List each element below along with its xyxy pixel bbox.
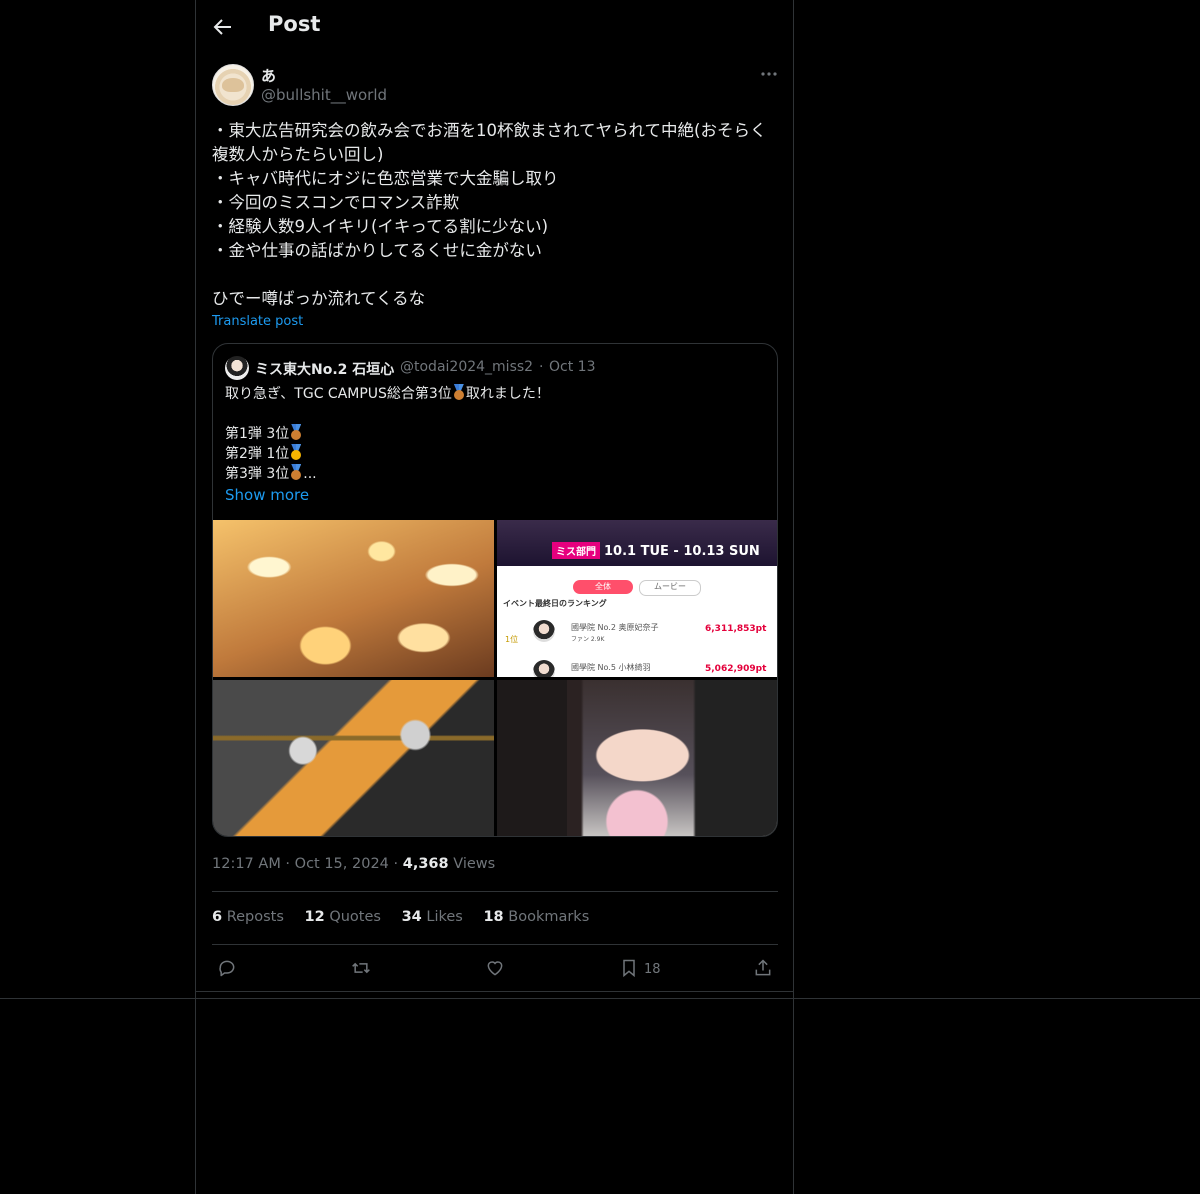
bookmarks-stat[interactable]: 18 Bookmarks xyxy=(483,909,589,925)
views-label: Views xyxy=(453,856,496,872)
translate-link[interactable]: Translate post xyxy=(212,314,303,329)
reposts-stat[interactable]: 6 Reposts xyxy=(212,909,284,925)
show-more-link[interactable]: Show more xyxy=(225,486,309,504)
ranking-avatar xyxy=(533,660,555,677)
like-icon[interactable] xyxy=(485,958,509,982)
ranking-tag: ミス部門 xyxy=(552,542,600,559)
ranking-tabs: 全体 ムービー xyxy=(573,574,701,596)
quote-text: 取り急ぎ、TGC CAMPUS総合第3位 取れました！ 第1弾 3位 第2弾 1位… xyxy=(225,384,765,484)
gold-medal-icon xyxy=(289,444,303,461)
ranking-tab-all: 全体 xyxy=(573,580,633,594)
quote-separator: · xyxy=(539,359,544,375)
media-ranking-screenshot[interactable]: ミス部門 10.1 TUE - 10.13 SUN 全体 ムービー イベント最終日の… xyxy=(497,520,777,677)
share-icon[interactable] xyxy=(753,958,777,982)
more-icon[interactable] xyxy=(760,64,780,84)
header: Post xyxy=(196,0,793,54)
bronze-medal-icon xyxy=(289,464,303,481)
ranking-points: 5,062,909pt xyxy=(705,664,767,674)
bookmark-icon[interactable] xyxy=(619,958,643,982)
media-portrait-photo[interactable] xyxy=(497,680,777,836)
ranking-title: イベント最終日のランキング xyxy=(503,599,607,608)
back-arrow-icon[interactable] xyxy=(212,14,234,40)
ranking-fans: ファン 2.9K xyxy=(571,636,605,643)
ranking-name: 國學院 No.2 奥原妃奈子 xyxy=(571,623,659,632)
bookmark-count: 18 xyxy=(644,962,661,977)
quoted-post[interactable]: ミス東大No.2 石垣心 @todai2024_miss2 · Oct 13 取… xyxy=(212,343,778,837)
bronze-medal-icon xyxy=(289,424,303,441)
quotes-stat[interactable]: 12 Quotes xyxy=(305,909,381,925)
repost-icon[interactable] xyxy=(351,958,375,982)
divider xyxy=(196,991,793,992)
page-title: Post xyxy=(268,12,321,36)
ranking-points: 6,311,853pt xyxy=(705,624,767,634)
divider xyxy=(212,944,778,945)
post-column: Post あ @bullshit__world ・東大広告研究会の飲み会でお酒を… xyxy=(195,0,794,1194)
divider xyxy=(212,891,778,892)
quote-avatar[interactable] xyxy=(225,356,249,380)
views-count: 4,368 xyxy=(402,856,449,872)
engagement-stats: 6 Reposts 12 Quotes 34 Likes 18 Bookmark… xyxy=(212,909,605,925)
quote-author-name[interactable]: ミス東大No.2 石垣心 xyxy=(255,359,394,379)
media-candles-photo[interactable] xyxy=(213,520,494,677)
ranking-name: 國學院 No.5 小林綺羽 xyxy=(571,663,651,672)
author-handle[interactable]: @bullshit__world xyxy=(261,86,387,104)
media-grid: ミス部門 10.1 TUE - 10.13 SUN 全体 ムービー イベント最終日の… xyxy=(213,520,777,836)
quote-date[interactable]: Oct 13 xyxy=(549,359,595,375)
quote-line-3: 第2弾 1位 xyxy=(225,446,290,462)
ranking-dates: 10.1 TUE - 10.13 SUN xyxy=(604,544,760,559)
timestamp-text: 12:17 AM · Oct 15, 2024 · xyxy=(212,856,399,872)
quote-line-2: 第1弾 3位 xyxy=(225,426,290,442)
post-text: ・東大広告研究会の飲み会でお酒を10杯飲まされてヤられて中絶(おそらく複数人から… xyxy=(212,121,767,308)
quote-line-4-suffix: ... xyxy=(303,466,317,482)
ranking-banner-text: ミス部門 10.1 TUE - 10.13 SUN xyxy=(552,542,760,559)
reply-icon[interactable] xyxy=(217,958,241,982)
quote-line-4: 第3弾 3位 xyxy=(225,466,290,482)
post-timestamp[interactable]: 12:17 AM · Oct 15, 2024 · 4,368 Views xyxy=(212,856,495,872)
quote-author-handle[interactable]: @todai2024_miss2 xyxy=(400,359,533,375)
quote-line-1b: 取れました！ xyxy=(465,386,550,402)
bronze-medal-icon xyxy=(452,384,466,401)
media-tiara-photo[interactable] xyxy=(213,680,494,836)
author-name[interactable]: あ xyxy=(261,65,276,86)
quote-line-1a: 取り急ぎ、TGC CAMPUS総合第3位 xyxy=(225,386,452,402)
likes-stat[interactable]: 34 Likes xyxy=(402,909,463,925)
ranking-row: 國學院 No.5 小林綺羽 5,062,909pt xyxy=(505,656,769,677)
avatar[interactable] xyxy=(212,64,254,106)
ranking-row: 1位 國學院 No.2 奥原妃奈子 ファン 2.9K 6,311,853pt xyxy=(505,616,769,648)
ranking-avatar xyxy=(533,620,555,642)
ranking-rank: 1位 xyxy=(505,635,519,644)
ranking-tab-movie: ムービー xyxy=(639,580,701,596)
